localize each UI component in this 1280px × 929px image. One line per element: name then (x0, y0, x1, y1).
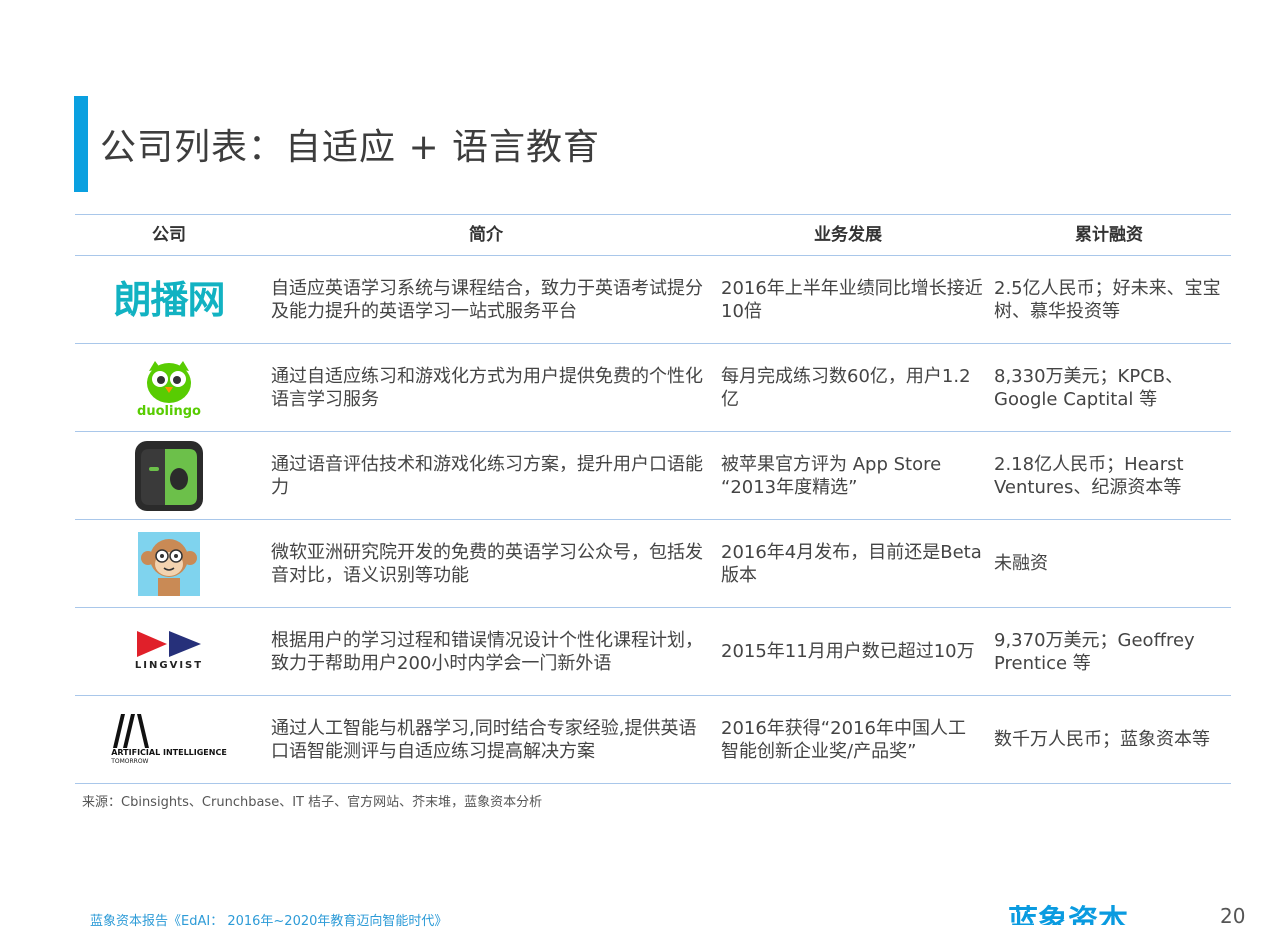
development-text: 2016年获得“2016年中国人工智能创新企业奖/产品奖” (721, 717, 966, 762)
duolingo-owl-icon (147, 360, 191, 403)
intro-text: 通过自适应练习和游戏化方式为用户提供免费的个性化语言学习服务 (271, 365, 703, 410)
company-logo-cell: 朗播网 (75, 256, 263, 343)
development-text: 2016年4月发布，目前还是Beta 版本 (721, 541, 982, 586)
monkey-logo-icon (138, 531, 200, 596)
header-funding: 累计融资 (1075, 225, 1143, 245)
intro-text: 根据用户的学习过程和错误情况设计个性化课程计划，致力于帮助用户200小时内学会一… (271, 629, 703, 674)
table-header-row: 公司 简介 业务发展 累计融资 (75, 214, 1231, 256)
intro-text: 通过语音评估技术和游戏化练习方案，提升用户口语能力 (271, 453, 703, 498)
header-development: 业务发展 (814, 225, 882, 245)
intro-text: 微软亚洲研究院开发的免费的英语学习公众号，包括发音对比，语义识别等功能 (271, 541, 703, 586)
company-logo-cell (75, 432, 263, 519)
company-logo-cell: ARTIFICIAL INTELLIGENCE TOMORROW (75, 696, 263, 783)
funding-text: 数千万人民币；蓝象资本等 (994, 729, 1210, 750)
development-text: 被苹果官方评为 App Store “2013年度精选” (721, 453, 942, 498)
table-row: duolingo 通过自适应练习和游戏化方式为用户提供免费的个性化语言学习服务 … (75, 344, 1231, 432)
funding-text: 2.18亿人民币；Hearst Ventures、纪源资本等 (994, 453, 1184, 498)
intro-text: 通过人工智能与机器学习,同时结合专家经验,提供英语口语智能测评与自适应练习提高解… (271, 717, 697, 762)
header-company: 公司 (152, 225, 186, 245)
title-accent-bar (74, 96, 88, 192)
intro-text: 自适应英语学习系统与课程结合，致力于英语考试提分及能力提升的英语学习一站式服务平… (271, 277, 703, 322)
funding-text: 9,370万美元；Geoffrey Prentice 等 (994, 629, 1195, 674)
footer-report-title: 蓝象资本报告《EdAI： 2016年~2020年教育迈向智能时代》 (90, 914, 448, 929)
table-row: 微软亚洲研究院开发的免费的英语学习公众号，包括发音对比，语义识别等功能 2016… (75, 520, 1231, 608)
lingvist-wordmark: LINGVIST (134, 659, 204, 671)
page-number: 20 (1220, 904, 1246, 928)
header-intro: 简介 (469, 225, 503, 245)
development-text: 每月完成练习数60亿，用户1.2亿 (721, 365, 971, 410)
speech-app-logo-icon (135, 440, 203, 511)
funding-text: 2.5亿人民币；好未来、宝宝树、慕华投资等 (994, 277, 1221, 322)
development-text: 2016年上半年业绩同比增长接近10倍 (721, 277, 983, 322)
funding-text: 未融资 (994, 553, 1048, 574)
company-logo-cell: LINGVIST (75, 608, 263, 695)
lingvist-arrows-icon (137, 630, 201, 657)
duolingo-wordmark: duolingo (137, 403, 201, 419)
page-title: 公司列表：自适应 + 语言教育 (100, 127, 601, 168)
company-logo-cell: duolingo (75, 344, 263, 431)
company-logo-cell (75, 520, 263, 607)
table-row: LINGVIST 根据用户的学习过程和错误情况设计个性化课程计划，致力于帮助用户… (75, 608, 1231, 696)
brand-logo: 蓝象资本 (1008, 904, 1128, 925)
langbo-logo: 朗播网 (113, 277, 225, 322)
ai-tomorrow-mark-icon (113, 713, 150, 748)
table-row: 朗播网 自适应英语学习系统与课程结合，致力于英语考试提分及能力提升的英语学习一站… (75, 256, 1231, 344)
ai-tomorrow-wordmark: ARTIFICIAL INTELLIGENCE (111, 747, 227, 757)
company-table: 公司 简介 业务发展 累计融资 朗播网 自适应英语学习系统与课程结合，致力于英语… (75, 214, 1231, 784)
ai-tomorrow-subtext: TOMORROW (111, 757, 149, 765)
funding-text: 8,330万美元；KPCB、Google Captital 等 (994, 365, 1184, 410)
table-row: ARTIFICIAL INTELLIGENCE TOMORROW 通过人工智能与… (75, 696, 1231, 784)
table-row: 通过语音评估技术和游戏化练习方案，提升用户口语能力 被苹果官方评为 App St… (75, 432, 1231, 520)
development-text: 2015年11月用户数已超过10万 (721, 641, 975, 662)
source-note: 来源：Cbinsights、Crunchbase、IT 桔子、官方网站、芥末堆，… (82, 795, 543, 810)
